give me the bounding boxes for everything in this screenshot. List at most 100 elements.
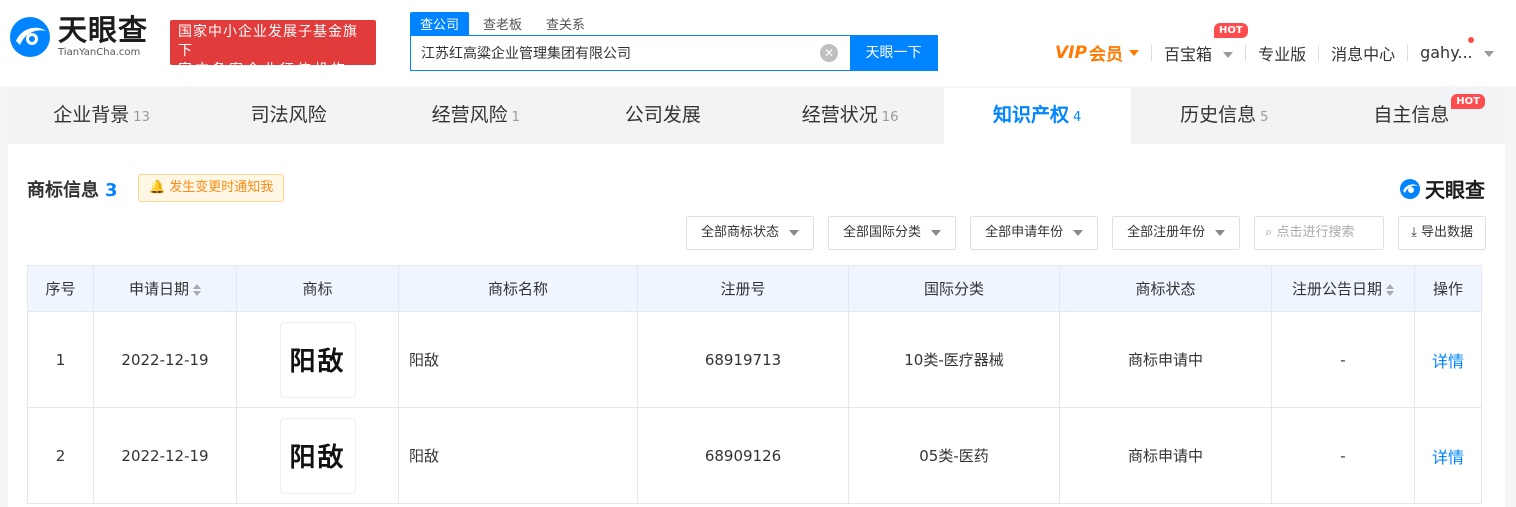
search-tab-relation[interactable]: 查关系 xyxy=(536,12,595,35)
detail-link[interactable]: 详情 xyxy=(1432,448,1464,467)
section-count: 3 xyxy=(105,180,118,201)
col-trademark-name: 商标名称 xyxy=(398,265,638,312)
hot-badge: HOT xyxy=(1213,22,1248,38)
chevron-down-icon xyxy=(1483,50,1494,57)
gov-badge-line2: 官方备案企业征信机构 xyxy=(178,62,348,78)
chevron-down-icon xyxy=(931,229,942,236)
filter-label: 全部商标状态 xyxy=(701,225,780,240)
search-button[interactable]: 天眼一下 xyxy=(850,36,937,70)
tab-self-info[interactable]: 自主信息 HOT xyxy=(1318,88,1505,144)
cell-trademark-name: 阳敌 xyxy=(398,407,638,504)
tab-operation-status[interactable]: 经营状况 16 xyxy=(757,88,944,144)
brand-watermark: 天眼查 xyxy=(1399,174,1485,203)
trademark-search-input[interactable]: ⌕ 点击进行搜索 xyxy=(1254,216,1385,250)
tab-company-development[interactable]: 公司发展 xyxy=(569,88,756,144)
toolbox-label: 百宝箱 xyxy=(1163,44,1212,64)
detail-link[interactable]: 详情 xyxy=(1432,352,1464,371)
tab-label: 司法风险 xyxy=(250,104,327,126)
user-menu[interactable]: gahy... xyxy=(1420,37,1494,62)
sort-icon[interactable] xyxy=(1386,283,1394,296)
col-reg-no: 注册号 xyxy=(637,265,849,312)
filter-bar: 全部商标状态 全部国际分类 全部申请年份 全部注册年份 ⌕ 点击进行搜索 ⤓ 导… xyxy=(672,216,1486,250)
clear-search-icon[interactable]: ✕ xyxy=(820,44,838,62)
chevron-down-icon xyxy=(1215,229,1226,236)
brand-text: 天眼查 xyxy=(1425,178,1485,202)
search-tab-company[interactable]: 查公司 xyxy=(410,12,470,35)
trademark-image[interactable]: 阳敌 xyxy=(279,321,356,398)
apply-year-filter-dropdown[interactable]: 全部申请年份 xyxy=(970,216,1099,250)
main-tabs: 企业背景 13 司法风险 经营风险 1 公司发展 经营状况 16 知识产权 4 历史信息… xyxy=(8,88,1505,144)
col-action: 操作 xyxy=(1414,265,1482,312)
tab-company-background[interactable]: 企业背景 13 xyxy=(8,88,195,144)
trademark-panel: 商标信息 3 🔔 发生变更时通知我 天眼查 全部商标状态 全部国际分类 全部申请年份… xyxy=(8,144,1505,507)
cell-intl-class: 05类-医药 xyxy=(848,407,1060,504)
section-title-text: 商标信息 xyxy=(27,180,99,201)
tab-label: 经营风险 xyxy=(431,104,508,126)
sort-icon[interactable] xyxy=(193,283,201,296)
export-label: 导出数据 xyxy=(1420,225,1473,240)
trademark-image[interactable]: 阳敌 xyxy=(279,417,356,494)
tab-operation-risk[interactable]: 经营风险 1 xyxy=(382,88,569,144)
cell-status: 商标申请中 xyxy=(1059,407,1272,504)
chevron-down-icon xyxy=(1073,229,1084,236)
col-apply-date[interactable]: 申请日期 xyxy=(93,265,237,312)
tianyancha-logo-icon xyxy=(10,16,50,57)
tab-label: 企业背景 xyxy=(53,104,130,126)
notify-on-change-button[interactable]: 🔔 发生变更时通知我 xyxy=(138,174,285,202)
table-row: 2 2022-12-19 阳敌 阳敌 68909126 05类-医药 商标申请中… xyxy=(27,407,1482,504)
user-name: gahy... xyxy=(1420,43,1473,62)
cell-pub-date: - xyxy=(1271,311,1415,408)
filter-label: 全部注册年份 xyxy=(1127,225,1206,240)
chevron-down-icon xyxy=(1128,49,1139,56)
col-intl-class: 国际分类 xyxy=(848,265,1060,312)
export-data-button[interactable]: ⤓ 导出数据 xyxy=(1398,216,1486,250)
cell-index: 1 xyxy=(27,311,94,408)
col-index: 序号 xyxy=(27,265,94,312)
cell-apply-date: 2022-12-19 xyxy=(93,311,237,408)
search-tab-boss[interactable]: 查老板 xyxy=(473,12,532,35)
cell-status: 商标申请中 xyxy=(1059,311,1272,408)
filter-label: 全部申请年份 xyxy=(985,225,1064,240)
cell-trademark-name: 阳敌 xyxy=(398,311,638,408)
tab-label: 经营状况 xyxy=(801,104,878,126)
vip-menu[interactable]: VIP 会员 xyxy=(1055,40,1139,65)
top-header: 天眼查 TianYanCha.com 国家中小企业发展子基金旗下 官方备案企业征… xyxy=(0,0,1516,86)
cell-pub-date: - xyxy=(1271,407,1415,504)
download-icon: ⤓ xyxy=(1411,225,1421,240)
vip-tag: VIP xyxy=(1055,42,1087,63)
tab-count: 13 xyxy=(133,110,150,125)
tab-legal-risk[interactable]: 司法风险 xyxy=(195,88,382,144)
message-center-link[interactable]: 消息中心 xyxy=(1331,41,1395,65)
cell-trademark-image: 阳敌 xyxy=(236,311,399,408)
search-placeholder: 点击进行搜索 xyxy=(1276,225,1355,240)
col-label: 申请日期 xyxy=(128,280,189,298)
cell-index: 2 xyxy=(27,407,94,504)
gov-badge-line1: 国家中小企业发展子基金旗下 xyxy=(178,24,358,59)
hot-badge: HOT xyxy=(1451,94,1485,109)
tab-intellectual-property[interactable]: 知识产权 4 xyxy=(943,88,1131,144)
toolbox-menu[interactable]: 百宝箱 HOT xyxy=(1163,22,1248,65)
tab-count: 5 xyxy=(1260,110,1269,125)
table-row: 1 2022-12-19 阳敌 阳敌 68919713 10类-医疗器械 商标申… xyxy=(27,311,1482,408)
tab-history[interactable]: 历史信息 5 xyxy=(1131,88,1318,144)
cell-intl-class: 10类-医疗器械 xyxy=(848,311,1060,408)
search-input[interactable] xyxy=(411,36,820,70)
col-status: 商标状态 xyxy=(1059,265,1272,312)
status-filter-dropdown[interactable]: 全部商标状态 xyxy=(686,216,815,250)
bell-icon: 🔔 xyxy=(149,180,166,195)
pro-version-link[interactable]: 专业版 xyxy=(1258,41,1306,65)
table-header-row: 序号 申请日期 商标 商标名称 注册号 国际分类 商标状态 注册公告日期 操作 xyxy=(27,265,1482,312)
col-pub-date[interactable]: 注册公告日期 xyxy=(1271,265,1415,312)
notify-label: 发生变更时通知我 xyxy=(169,180,274,195)
tab-label: 公司发展 xyxy=(624,104,701,126)
intl-class-filter-dropdown[interactable]: 全部国际分类 xyxy=(828,216,957,250)
site-logo[interactable]: 天眼查 TianYanCha.com xyxy=(8,14,148,59)
nav-divider xyxy=(1245,44,1247,61)
search-box: ✕ 天眼一下 xyxy=(410,35,938,71)
notification-dot xyxy=(1467,37,1474,43)
tab-count: 4 xyxy=(1073,110,1082,125)
reg-year-filter-dropdown[interactable]: 全部注册年份 xyxy=(1112,216,1241,250)
cell-trademark-image: 阳敌 xyxy=(236,407,399,504)
logo-text-en: TianYanCha.com xyxy=(58,47,141,58)
chevron-down-icon xyxy=(1223,52,1234,58)
